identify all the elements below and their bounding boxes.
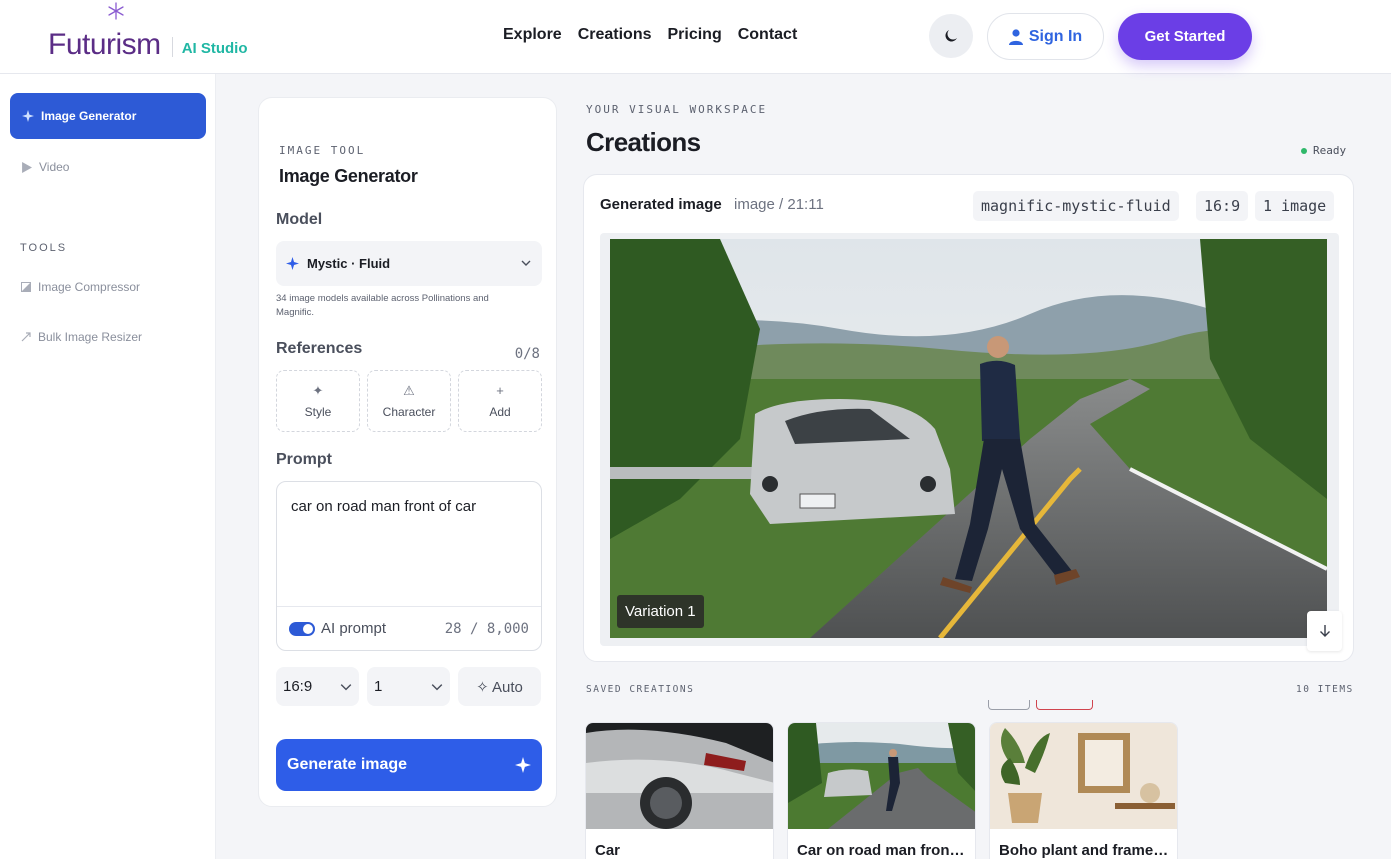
aspect-ratio-select[interactable]: 16:9 [276, 667, 359, 706]
panel-kicker: IMAGE TOOL [279, 144, 366, 157]
ai-prompt-toggle[interactable] [289, 621, 315, 636]
model-select[interactable]: Mystic · Fluid [276, 241, 542, 286]
generate-image-button[interactable]: Generate image [276, 739, 542, 791]
nav-contact[interactable]: Contact [738, 26, 798, 44]
reference-style-button[interactable]: ✦ Style [276, 370, 360, 432]
sparkle-icon [286, 257, 299, 270]
sidebar-item-video[interactable]: Video [21, 160, 69, 174]
main-nav: Explore Creations Pricing Contact [503, 26, 797, 44]
sidebar-item-image-compressor[interactable]: Image Compressor [21, 280, 140, 294]
generated-image-art [610, 239, 1327, 638]
reference-character-button[interactable]: ⚠ Character [367, 370, 451, 432]
model-note: 34 image models available across Pollina… [276, 293, 489, 318]
user-icon [1008, 28, 1023, 45]
count-chip: 1 image [1255, 191, 1335, 221]
image-count-value: 1 [374, 678, 383, 695]
download-button[interactable] [1307, 611, 1342, 651]
ai-prompt-label: AI prompt [321, 620, 387, 637]
model-chip: magnific-mystic-fluid [973, 191, 1179, 221]
play-icon [22, 161, 32, 173]
saved-creation-image [990, 723, 1177, 829]
logo-spark-icon [108, 2, 124, 20]
prompt-footer: AI prompt 28 / 8,000 [277, 606, 541, 650]
variation-label: Variation 1 [617, 595, 704, 628]
char-counter: 28 / 8,000 [444, 620, 529, 637]
generate-label: Generate image [287, 756, 408, 773]
download-icon [1319, 625, 1330, 637]
sign-in-button[interactable]: Sign In [987, 13, 1104, 60]
hidden-tag [1036, 700, 1093, 710]
workspace-title: Creations [586, 127, 701, 157]
moon-icon [945, 30, 957, 42]
references-label: References [276, 340, 363, 357]
prompt-value: car on road man front of car [291, 498, 477, 515]
panel-title: Image Generator [279, 166, 418, 186]
sparkle-icon [515, 757, 531, 773]
saved-creation-image [788, 723, 975, 829]
aspect-chip: 16:9 [1196, 191, 1249, 221]
top-header: Futurism AI Studio Explore Creations Pri… [0, 0, 1391, 74]
status-badge: Ready [1301, 144, 1346, 157]
tools-heading: TOOLS [20, 242, 68, 254]
generated-image-card: Generated image image / 21:11 magnific-m… [583, 174, 1354, 662]
sidebar-item-bulk-image-resizer[interactable]: Bulk Image Resizer [21, 330, 142, 344]
saved-creation-card[interactable]: Boho plant and frame wall decor [989, 722, 1178, 859]
sidebar-item-label: Image Generator [41, 109, 137, 123]
compress-icon [21, 282, 31, 292]
sidebar: Image Generator Video TOOLS Image Compre… [0, 74, 216, 859]
image-count-select[interactable]: 1 [367, 667, 450, 706]
saved-creation-card[interactable]: Car [585, 722, 774, 859]
saved-creations-count: 10 ITEMS [1296, 684, 1354, 695]
reference-label: Character [382, 404, 436, 419]
brand-name: Futurism [48, 28, 161, 61]
saved-creation-image [586, 723, 773, 829]
character-icon: ⚠ [403, 382, 415, 398]
image-tool-panel: IMAGE TOOL Image Generator Model Mystic … [258, 97, 557, 807]
sparkle-icon [22, 110, 34, 122]
chevron-down-icon [431, 683, 443, 690]
nav-pricing[interactable]: Pricing [667, 26, 721, 44]
brand-logo[interactable]: Futurism AI Studio [48, 2, 248, 61]
status-dot [1301, 147, 1307, 154]
saved-creations-kicker: SAVED CREATIONS [586, 684, 695, 695]
model-value: Mystic · Fluid [307, 256, 391, 271]
prompt-label: Prompt [276, 451, 332, 468]
nav-explore[interactable]: Explore [503, 26, 562, 44]
saved-creation-title: Boho plant and frame wall decor [999, 842, 1169, 859]
product-name: AI Studio [181, 40, 248, 57]
theme-toggle-button[interactable] [929, 14, 973, 58]
reference-label: Style [304, 404, 332, 419]
aspect-ratio-value: 16:9 [283, 678, 313, 695]
saved-creation-title: Car on road man front of car [797, 842, 967, 859]
sign-in-label: Sign In [1028, 27, 1083, 45]
card-title: Generated image [600, 196, 722, 213]
sidebar-item-label: Bulk Image Resizer [38, 330, 143, 344]
chevron-down-icon [521, 260, 531, 266]
sidebar-item-label: Video [39, 160, 70, 174]
reference-label: Add [489, 404, 511, 419]
quality-auto-button[interactable]: ✧ Auto [458, 667, 541, 706]
resize-icon [21, 332, 31, 342]
card-meta: image / 21:11 [734, 196, 824, 213]
workspace-kicker: YOUR VISUAL WORKSPACE [586, 103, 768, 116]
references-count: 0/8 [514, 346, 540, 362]
prompt-textarea[interactable]: car on road man front of car AI prompt 2… [276, 481, 542, 651]
plus-icon: + [496, 382, 504, 398]
chevron-down-icon [340, 683, 352, 690]
generated-image[interactable] [600, 233, 1339, 646]
model-label: Model [276, 211, 323, 228]
sparkle-icon: ✦ [312, 382, 324, 398]
nav-creations[interactable]: Creations [578, 26, 652, 44]
reference-add-button[interactable]: + Add [458, 370, 542, 432]
logo-divider [171, 37, 173, 57]
hidden-tag [988, 700, 1030, 710]
sidebar-item-image-generator[interactable]: Image Generator [10, 93, 206, 139]
sidebar-item-label: Image Compressor [38, 280, 141, 294]
get-started-button[interactable]: Get Started [1118, 13, 1252, 60]
status-text: Ready [1313, 144, 1347, 157]
saved-creation-card[interactable]: Car on road man front of car [787, 722, 976, 859]
saved-creation-title: Car [595, 842, 621, 859]
